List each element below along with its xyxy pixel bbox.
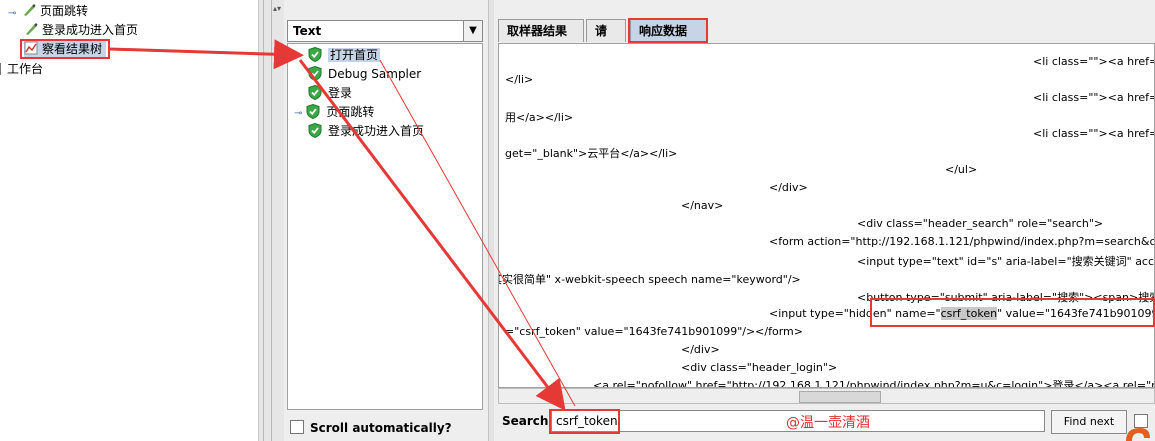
tab-sampler-result[interactable]: 取样器结果 [498, 19, 584, 42]
result-item-open-home[interactable]: 打开首页 [308, 46, 381, 64]
code-line: <li class=""><a href="in [1033, 55, 1154, 68]
scroll-automatically-label: Scroll automatically? [310, 421, 452, 435]
graph-icon [24, 41, 38, 55]
code-line: </div> [769, 181, 808, 194]
renderer-select-value: Text [293, 24, 322, 38]
tree-item-view-results-tree[interactable]: 察看结果树 [24, 40, 107, 58]
checkbox-icon[interactable] [290, 420, 304, 434]
success-shield-icon [308, 84, 322, 101]
result-item-label: 登录成功进入首页 [328, 124, 425, 138]
result-item-label: Debug Sampler [328, 67, 422, 81]
collapse-arrows-icon[interactable]: ▴▾ [273, 4, 281, 13]
response-detail-panel: 取样器结果 请求 响应数据 <li class=""><a href="in <… [494, 0, 1155, 441]
result-item-label: 页面跳转 [326, 105, 375, 119]
code-line: ="csrf_token" value="1643fe741b901099"/>… [505, 325, 803, 338]
tree-item-label: 登录成功进入首页 [42, 23, 139, 37]
splitter[interactable]: ▴▾ [258, 0, 285, 441]
pen-icon [24, 22, 38, 36]
code-line: get="_blank">云平台</a></li> [505, 147, 678, 160]
search-label: Search: [502, 414, 554, 428]
tree-item-page-jump[interactable]: ⊸ 页面跳转 [8, 2, 88, 20]
result-item-page-jump[interactable]: ⊸ 页面跳转 [294, 103, 374, 121]
splitter-line [271, 0, 272, 441]
splitter-line [263, 0, 264, 441]
tree-item-label: 页面跳转 [40, 4, 89, 18]
test-plan-tree: ⊸ 页面跳转 登录成功进入首页 察看结果树 工作台 [0, 0, 258, 441]
success-shield-icon [308, 46, 322, 63]
result-item-login[interactable]: 登录 [308, 84, 352, 102]
node-icon [0, 63, 1, 75]
app-logo-icon [1126, 428, 1150, 441]
code-line: 其实很简单" x-webkit-speech speech name="keyw… [498, 273, 801, 286]
success-shield-icon [306, 103, 320, 120]
scrollbar-thumb[interactable] [799, 391, 881, 403]
find-next-button[interactable]: Find next [1051, 410, 1127, 434]
code-line-csrf: <input type="hidden" name="csrf_token" v… [769, 307, 1154, 320]
watermark-text: @温一壶清酒 [786, 415, 870, 431]
code-line: <input type="text" id="s" aria-label="搜索… [857, 255, 1155, 268]
renderer-select[interactable]: Text ▼ [287, 20, 483, 42]
results-list-panel: Text ▼ 打开首页 Debug Sampler 登录 ⊸ 页面跳转 登录成功进… [284, 0, 488, 441]
search-match-highlight: csrf_token [940, 307, 998, 320]
code-line: <li class=""><a href="in [1033, 91, 1154, 104]
code-line: <div class="header_login"> [681, 361, 838, 374]
success-shield-icon [308, 122, 322, 139]
success-shield-icon [308, 65, 322, 82]
tree-item-login-success[interactable]: 登录成功进入首页 [24, 21, 138, 39]
code-line: <form action="http://192.168.1.121/phpwi… [769, 235, 1155, 248]
connector-icon: ⊸ [8, 8, 17, 19]
scroll-automatically-checkbox[interactable]: Scroll automatically? [290, 420, 452, 435]
result-item-label: 登录 [328, 86, 353, 100]
tree-item-workbench[interactable]: 工作台 [0, 60, 43, 78]
tab-response-data[interactable]: 响应数据 [630, 19, 708, 42]
code-line: </div> [681, 343, 720, 356]
code-line: <li class=""><a href="ht [1033, 127, 1154, 140]
code-line: </ul> [945, 163, 978, 176]
pen-icon [22, 3, 36, 17]
result-item-label: 打开首页 [328, 48, 381, 62]
code-line: </li> [505, 73, 534, 86]
code-line: <button type="submit" aria-label="搜索"><s… [857, 291, 1155, 304]
sampler-result-list: 打开首页 Debug Sampler 登录 ⊸ 页面跳转 登录成功进入首页 [287, 43, 483, 410]
horizontal-scrollbar[interactable] [498, 388, 1155, 404]
tree-item-label: 察看结果树 [42, 42, 103, 56]
code-line: <div class="header_search" role="search"… [857, 217, 1104, 230]
code-segment: <input type="hidden" name=" [769, 307, 941, 320]
tab-request[interactable]: 请求 [586, 19, 626, 60]
chevron-down-icon[interactable]: ▼ [463, 21, 482, 41]
expand-toggle-icon[interactable]: ⊸ [294, 108, 302, 119]
response-text-area[interactable]: <li class=""><a href="in </li> <li class… [498, 43, 1155, 388]
code-line: <a rel="nofollow" href="http://192.168.1… [593, 379, 1155, 388]
tree-item-label: 工作台 [7, 62, 44, 76]
result-item-login-success[interactable]: 登录成功进入首页 [308, 122, 424, 140]
code-line: 用</a></li> [505, 111, 574, 124]
code-segment: " value="1643fe741b901099"/> [997, 307, 1154, 320]
result-item-debug-sampler[interactable]: Debug Sampler [308, 65, 421, 83]
code-line: </nav> [681, 199, 724, 212]
